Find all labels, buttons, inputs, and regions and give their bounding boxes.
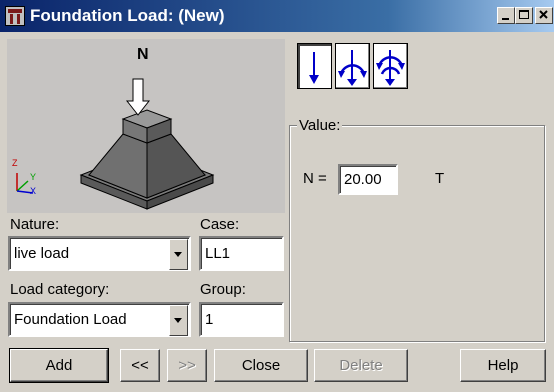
load-category-label: Load category: <box>10 281 110 298</box>
close-button[interactable] <box>535 7 553 24</box>
window-title: Foundation Load: (New) <box>30 6 225 25</box>
value-groupbox <box>289 125 545 342</box>
previous-button[interactable]: << <box>120 349 160 382</box>
maximize-button[interactable] <box>515 7 533 24</box>
chevron-down-icon[interactable] <box>169 239 188 270</box>
close-icon <box>539 10 548 19</box>
load-type-force-button[interactable] <box>297 43 332 89</box>
app-icon[interactable] <box>5 6 25 26</box>
value-group-title: Value: <box>297 117 343 134</box>
n-unit-label: T <box>435 170 445 187</box>
maximize-icon <box>519 10 529 19</box>
axis-z-label: Z <box>12 158 18 168</box>
axis-y-label: Y <box>30 172 37 182</box>
group-input[interactable]: 1 <box>199 302 284 337</box>
case-label: Case: <box>200 216 240 233</box>
next-button[interactable]: >> <box>167 349 207 382</box>
nature-label: Nature: <box>10 216 60 233</box>
load-category-value: Foundation Load <box>14 311 127 328</box>
case-input[interactable]: LL1 <box>199 236 284 271</box>
load-label: N <box>137 46 149 63</box>
case-value: LL1 <box>205 245 231 262</box>
foundation-drawing <box>16 78 215 210</box>
vertical-force-icon <box>309 52 319 84</box>
nature-select[interactable]: live load <box>8 236 191 271</box>
n-value-text: 20.00 <box>344 171 382 188</box>
help-button[interactable]: Help <box>460 349 546 382</box>
axis-x-label: X <box>30 186 37 196</box>
close-dialog-button[interactable]: Close <box>214 349 308 382</box>
force-moment-icon <box>376 50 405 86</box>
minimize-button[interactable] <box>497 7 515 24</box>
delete-button[interactable]: Delete <box>314 349 408 382</box>
load-category-select[interactable]: Foundation Load <box>8 302 191 337</box>
chevron-down-icon[interactable] <box>169 305 188 336</box>
group-label: Group: <box>200 281 246 298</box>
nature-value: live load <box>14 245 70 262</box>
foundation-preview <box>7 39 285 213</box>
moment-icon <box>338 50 367 86</box>
load-type-force-moment-button[interactable] <box>373 43 408 89</box>
add-button[interactable]: Add <box>9 348 109 383</box>
n-label: N = <box>303 170 327 187</box>
minimize-icon <box>502 18 509 20</box>
n-value-input[interactable]: 20.00 <box>338 164 398 195</box>
load-type-moment-button[interactable] <box>335 43 370 89</box>
group-value: 1 <box>205 311 214 328</box>
